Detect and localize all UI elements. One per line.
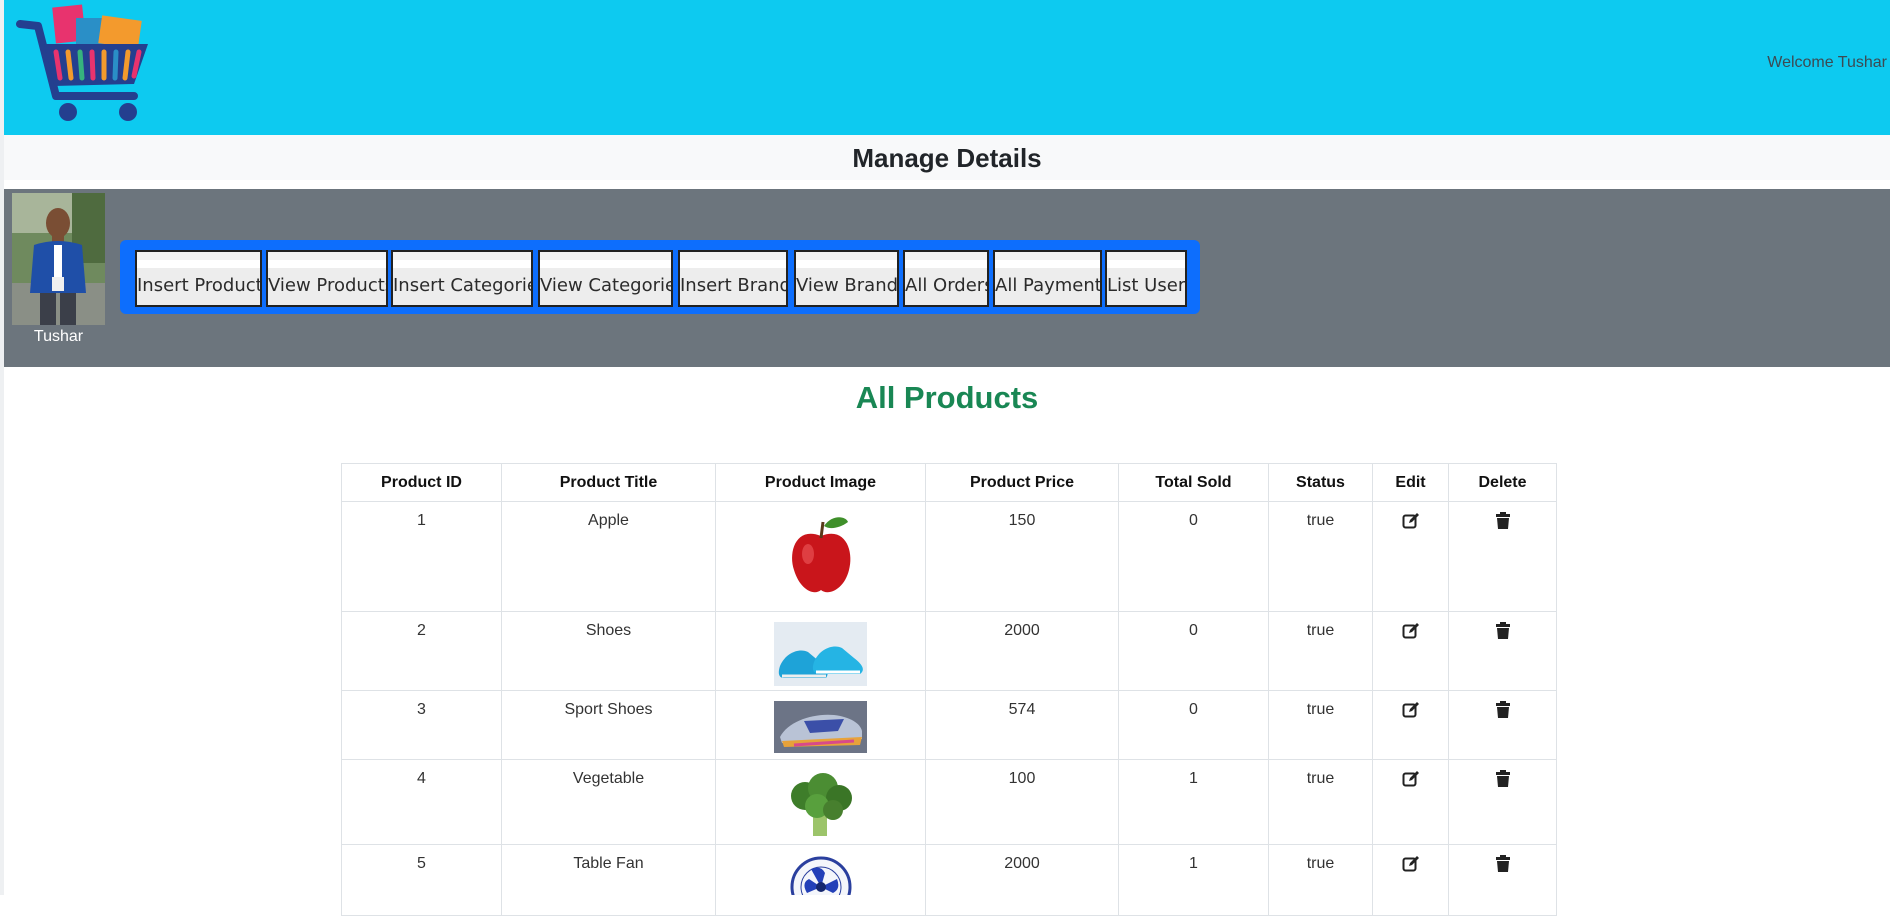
page-title: Manage Details	[852, 143, 1042, 173]
trash-icon[interactable]	[1494, 770, 1512, 788]
column-header: Product Price	[925, 463, 1119, 502]
view-products-button[interactable]: View Products	[266, 250, 388, 307]
list-users-button[interactable]: List Users	[1105, 250, 1187, 307]
product-title: Table Fan	[501, 844, 716, 916]
edit-cell	[1372, 690, 1449, 760]
admin-toolbar: Tushar Insert Products View Products Ins…	[4, 189, 1890, 367]
shopping-cart-logo[interactable]	[16, 4, 152, 124]
product-id: 3	[341, 690, 502, 760]
product-price: 2000	[925, 611, 1119, 691]
sport-shoes-image	[774, 701, 867, 753]
column-header: Status	[1268, 463, 1373, 502]
insert-brands-button[interactable]: Insert Brands	[678, 250, 788, 307]
table-row: 4 Vegetable 100 1 true	[341, 759, 1557, 845]
manage-details-header: Manage Details	[4, 135, 1890, 180]
product-price: 2000	[925, 844, 1119, 916]
all-products-title: All Products	[855, 380, 1039, 415]
all-payments-button[interactable]: All Payments	[993, 250, 1102, 307]
view-brands-button[interactable]: View Brands	[794, 250, 899, 307]
top-navbar: Welcome Tushar	[4, 0, 1890, 135]
column-header: Edit	[1372, 463, 1449, 502]
column-header: Total Sold	[1118, 463, 1269, 502]
product-id: 4	[341, 759, 502, 845]
product-id: 1	[341, 501, 502, 612]
delete-cell	[1448, 611, 1557, 691]
admin-button-group: Insert Products View Products Insert Cat…	[120, 240, 1200, 314]
table-row: 2 Shoes 2000 0 true	[341, 611, 1557, 691]
edit-cell	[1372, 611, 1449, 691]
product-image-cell	[715, 759, 926, 845]
product-sold: 0	[1118, 501, 1269, 612]
product-status: true	[1268, 611, 1373, 691]
delete-cell	[1448, 759, 1557, 845]
trash-icon[interactable]	[1494, 512, 1512, 530]
table-fan-image	[790, 856, 851, 895]
shoes-image	[774, 622, 867, 686]
product-title: Vegetable	[501, 759, 716, 845]
column-header: Product Title	[501, 463, 716, 502]
product-image-cell	[715, 501, 926, 612]
delete-cell	[1448, 844, 1557, 916]
table-header-row: Product ID Product Title Product Image P…	[341, 463, 1557, 502]
admin-name: Tushar	[33, 328, 84, 345]
trash-icon[interactable]	[1494, 855, 1512, 873]
view-categories-button[interactable]: View Categories	[538, 250, 673, 307]
edit-icon[interactable]	[1402, 701, 1420, 719]
product-status: true	[1268, 690, 1373, 760]
delete-cell	[1448, 501, 1557, 612]
product-price: 150	[925, 501, 1119, 612]
welcome-text: Welcome Tushar	[1767, 54, 1887, 71]
broccoli-image	[790, 773, 852, 836]
trash-icon[interactable]	[1494, 701, 1512, 719]
product-image-cell	[715, 611, 926, 691]
apple-image	[791, 517, 850, 593]
all-orders-button[interactable]: All Orders	[903, 250, 989, 307]
product-title: Sport Shoes	[501, 690, 716, 760]
trash-icon[interactable]	[1494, 622, 1512, 640]
product-price: 574	[925, 690, 1119, 760]
product-id: 2	[341, 611, 502, 691]
edit-cell	[1372, 844, 1449, 916]
table-row: 3 Sport Shoes 574 0 true	[341, 690, 1557, 760]
admin-avatar	[12, 193, 105, 325]
product-sold: 1	[1118, 844, 1269, 916]
insert-categories-button[interactable]: Insert Categories	[391, 250, 533, 307]
products-table: Product ID Product Title Product Image P…	[341, 463, 1557, 916]
column-header: Product Image	[715, 463, 926, 502]
edit-icon[interactable]	[1402, 770, 1420, 788]
product-image-cell	[715, 690, 926, 760]
delete-cell	[1448, 690, 1557, 760]
product-price: 100	[925, 759, 1119, 845]
product-title: Shoes	[501, 611, 716, 691]
column-header: Product ID	[341, 463, 502, 502]
edit-icon[interactable]	[1402, 855, 1420, 873]
product-status: true	[1268, 759, 1373, 845]
column-header: Delete	[1448, 463, 1557, 502]
product-status: true	[1268, 501, 1373, 612]
product-image-cell	[715, 844, 926, 916]
table-row: 1 Apple 150 0 true	[341, 501, 1557, 612]
edit-cell	[1372, 759, 1449, 845]
edit-icon[interactable]	[1402, 622, 1420, 640]
edit-cell	[1372, 501, 1449, 612]
product-title: Apple	[501, 501, 716, 612]
product-sold: 1	[1118, 759, 1269, 845]
product-sold: 0	[1118, 690, 1269, 760]
product-id: 5	[341, 844, 502, 916]
insert-products-button[interactable]: Insert Products	[135, 250, 262, 307]
table-row: 5 Table Fan 2000 1 true	[341, 844, 1557, 916]
product-status: true	[1268, 844, 1373, 916]
edit-icon[interactable]	[1402, 512, 1420, 530]
product-sold: 0	[1118, 611, 1269, 691]
